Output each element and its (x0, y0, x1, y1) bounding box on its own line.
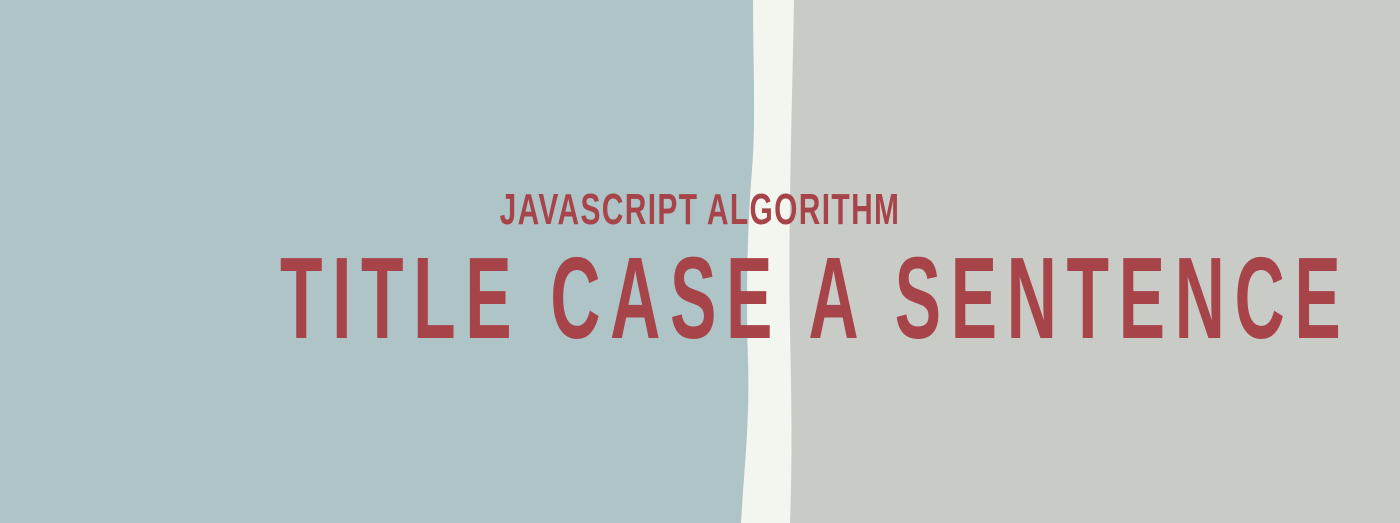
banner-subtitle: JAVASCRIPT ALGORITHM (499, 185, 901, 234)
article-banner: JAVASCRIPT ALGORITHM TITLE CASE A SENTEN… (0, 0, 1400, 523)
banner-title: TITLE CASE A SENTENCE (279, 233, 1351, 363)
title-block: JAVASCRIPT ALGORITHM TITLE CASE A SENTEN… (0, 0, 1400, 523)
